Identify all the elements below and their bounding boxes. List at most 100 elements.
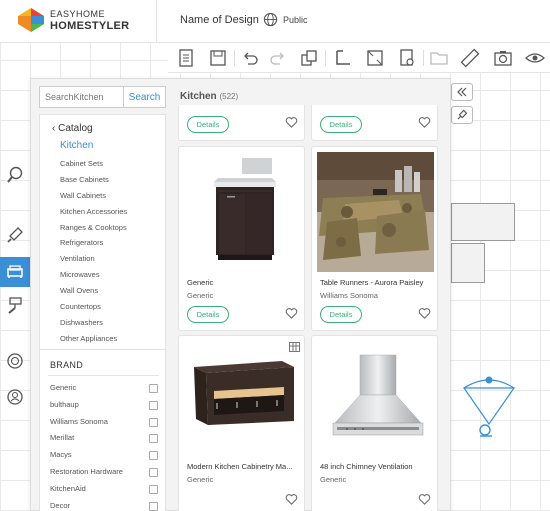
top-bar: EASYHOME HOMESTYLER Name of Design Publi… (0, 0, 550, 43)
floorplan-block[interactable] (451, 203, 515, 241)
brand-label: Generic (50, 383, 77, 392)
pin-icon (457, 109, 468, 120)
brand-item[interactable]: Decor (50, 498, 160, 511)
brand-checkbox[interactable] (149, 384, 158, 393)
double-chevron-left-icon (457, 87, 467, 97)
folder-icon[interactable] (429, 48, 449, 68)
draw-wall-icon[interactable] (333, 48, 353, 68)
redo-icon[interactable] (268, 48, 288, 68)
category-item[interactable]: Ventilation (60, 251, 127, 267)
camera-icon[interactable] (493, 48, 513, 68)
brand-item[interactable]: Restoration Hardware (50, 464, 160, 481)
product-card[interactable]: 48 inch Chimney Ventilation Generic (311, 335, 438, 511)
catalog-back-link[interactable]: ‹ Catalog (52, 123, 93, 134)
brand-filter-title: BRAND (50, 360, 84, 370)
collapse-button[interactable] (451, 83, 473, 101)
brand-checkbox[interactable] (149, 484, 158, 494)
category-list: Cabinet Sets Base Cabinets Wall Cabinets… (60, 156, 127, 347)
category-item[interactable]: Wall Ovens (60, 283, 127, 299)
brand-item[interactable]: Williams Sonoma (50, 414, 160, 431)
build-icon[interactable] (0, 220, 30, 250)
results-count: (522) (219, 92, 239, 101)
details-button[interactable]: Details (320, 116, 362, 133)
brand-item[interactable]: Macys (50, 447, 160, 464)
logo[interactable]: EASYHOME HOMESTYLER (16, 6, 146, 36)
product-image (332, 354, 424, 436)
document-icon[interactable] (176, 48, 196, 68)
brand-item[interactable]: Generic (50, 380, 160, 397)
category-item[interactable]: Kitchen Accessories (60, 204, 127, 220)
product-name: Table Runners - Aurora Paisley (320, 278, 424, 287)
category-item[interactable]: Wall Cabinets (60, 188, 127, 204)
product-name: Modern Kitchen Cabinetry Ma... (187, 462, 293, 471)
undo-icon[interactable] (240, 48, 260, 68)
eye-icon[interactable] (525, 48, 545, 68)
details-button[interactable]: Details (187, 116, 229, 133)
results-title: Kitchen (180, 91, 217, 102)
details-button[interactable]: Details (187, 306, 229, 323)
product-card[interactable]: Table Runners - Aurora Paisley Williams … (311, 146, 438, 331)
brand-label: Restoration Hardware (50, 466, 123, 476)
brand-item[interactable]: KitchenAid (50, 481, 160, 498)
brand-item[interactable]: bulthaup (50, 397, 160, 414)
camera-view-icon[interactable] (460, 372, 518, 440)
category-item[interactable]: Cabinet Sets (60, 156, 127, 172)
category-item[interactable]: Ranges & Cooktops (60, 220, 127, 236)
product-name: 48 inch Chimney Ventilation (320, 462, 413, 471)
category-item[interactable]: Dishwashers (60, 315, 127, 331)
globe-icon[interactable] (263, 12, 278, 27)
category-item[interactable]: Microwaves (60, 267, 127, 283)
favorite-icon[interactable] (285, 307, 298, 320)
product-card[interactable]: Details (311, 105, 438, 141)
pin-button[interactable] (451, 106, 473, 124)
brand-label: bulthaup (50, 399, 79, 409)
details-button[interactable]: Details (320, 306, 362, 323)
brand-checkbox[interactable] (149, 451, 158, 461)
design-name[interactable]: Name of Design (180, 14, 259, 26)
brand-checkbox[interactable] (149, 400, 158, 410)
category-item[interactable]: Other Appliances (60, 331, 127, 347)
ruler-icon[interactable] (460, 48, 480, 68)
favorite-icon[interactable] (418, 493, 431, 506)
brand-label: Williams Sonoma (50, 416, 108, 426)
favorite-icon[interactable] (418, 307, 431, 320)
brand-item[interactable]: Merillat (50, 430, 160, 447)
product-card[interactable]: Modern Kitchen Cabinetry Ma... Generic (178, 335, 305, 511)
brand-checkbox[interactable] (149, 467, 158, 477)
favorite-icon[interactable] (285, 116, 298, 129)
category-item[interactable]: Base Cabinets (60, 172, 127, 188)
product-brand: Generic (320, 475, 347, 484)
save-icon[interactable] (208, 48, 228, 68)
brand-line1: EASYHOME (50, 9, 106, 19)
smiley-icon[interactable] (0, 346, 30, 376)
floorplan-block[interactable] (451, 243, 485, 283)
product-card[interactable]: Details (178, 105, 305, 141)
favorite-icon[interactable] (418, 116, 431, 129)
results-header: Kitchen (522) (180, 91, 238, 102)
brand-checkbox[interactable] (149, 417, 158, 427)
product-card[interactable]: Generic Generic Details (178, 146, 305, 331)
product-brand: Generic (187, 475, 214, 484)
category-item[interactable]: Countertops (60, 299, 127, 315)
logo-mark-icon (18, 8, 44, 32)
visibility-label[interactable]: Public (283, 15, 308, 25)
toolbar (168, 43, 550, 73)
copy-icon[interactable] (299, 48, 319, 68)
search-button[interactable]: Search (123, 86, 166, 108)
settings-doc-icon[interactable] (397, 48, 417, 68)
draw-room-icon[interactable] (365, 48, 385, 68)
toolbar-separator (423, 50, 424, 66)
brand-label: Decor (50, 500, 71, 510)
search-icon[interactable] (0, 160, 30, 190)
furniture-icon[interactable] (0, 257, 30, 287)
category-item[interactable]: Refrigerators (60, 235, 127, 251)
user-icon[interactable] (0, 382, 30, 412)
paint-icon[interactable] (0, 290, 30, 320)
brand-list: Generic bulthaup Williams Sonoma Merilla… (50, 380, 160, 511)
product-name: Generic (187, 278, 214, 287)
catalog-current[interactable]: Kitchen (60, 140, 93, 151)
brand-checkbox[interactable] (149, 501, 158, 511)
favorite-icon[interactable] (285, 493, 298, 506)
search-input[interactable] (39, 86, 123, 108)
brand-checkbox[interactable] (149, 434, 158, 444)
